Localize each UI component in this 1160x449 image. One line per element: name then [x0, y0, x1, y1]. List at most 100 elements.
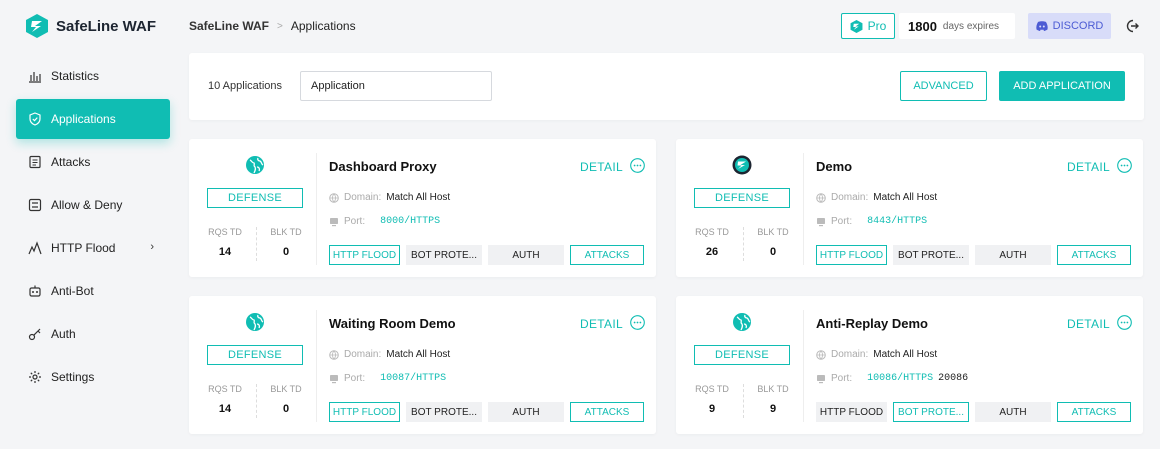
sidebar-item-attacks[interactable]: Attacks — [16, 142, 170, 182]
more-options-icon[interactable] — [1117, 158, 1132, 173]
robot-icon — [29, 285, 41, 297]
discord-button[interactable]: DISCORD — [1028, 13, 1111, 39]
detail-link[interactable]: DETAIL — [580, 160, 623, 174]
sidebar-item-label: HTTP Flood — [51, 241, 116, 255]
tag-auth[interactable]: AUTH — [975, 402, 1051, 422]
port-key: Port: — [344, 373, 366, 384]
rqs-label: RQS TD — [695, 227, 729, 237]
blk-today: BLK TD 0 — [261, 227, 311, 258]
license-days: 1800 days expires — [899, 13, 1015, 39]
brand[interactable]: SafeLine WAF — [26, 14, 156, 38]
defense-mode-badge[interactable]: DEFENSE — [694, 345, 790, 365]
application-card[interactable]: DEFENSE RQS TD 9 BLK TD 9 Anti-Replay De… — [676, 296, 1143, 434]
sidebar-item-applications[interactable]: Applications — [16, 99, 170, 139]
port-row: Port: 8000/HTTPS — [329, 216, 445, 227]
application-card[interactable]: DEFENSE RQS TD 14 BLK TD 0 Waiting Room … — [189, 296, 656, 434]
allow-deny-icon — [28, 198, 42, 212]
blk-label: BLK TD — [270, 384, 302, 394]
blk-today: BLK TD 0 — [261, 384, 311, 415]
blk-label: BLK TD — [270, 227, 302, 237]
defense-mode-badge[interactable]: DEFENSE — [694, 188, 790, 208]
sidebar-item-label: Attacks — [51, 155, 91, 169]
rqs-value: 9 — [708, 403, 716, 415]
list-icon — [29, 155, 41, 169]
detail-link[interactable]: DETAIL — [580, 317, 623, 331]
port-value: 10087/HTTPS — [380, 373, 447, 384]
domain-key: Domain: — [344, 192, 382, 203]
detail-link[interactable]: DETAIL — [1067, 317, 1110, 331]
port-value: 10086/HTTPS — [867, 373, 934, 384]
advanced-button[interactable]: ADVANCED — [900, 71, 987, 101]
tag-auth[interactable]: AUTH — [975, 245, 1051, 265]
tag-attacks[interactable]: ATTACKS — [570, 402, 644, 422]
sidebar-item-settings[interactable]: Settings — [16, 357, 170, 397]
tag-bot-protection[interactable]: BOT PROTE... — [406, 402, 482, 422]
domain-row: Domain: Match All Host — [816, 349, 937, 360]
blk-value: 0 — [282, 403, 290, 415]
add-application-button[interactable]: ADD APPLICATION — [999, 71, 1125, 101]
logout-icon[interactable] — [1124, 18, 1140, 34]
pro-badge[interactable]: Pro — [841, 13, 895, 39]
discord-icon — [1035, 21, 1048, 31]
rqs-today: RQS TD 26 — [687, 227, 737, 258]
module-tags: HTTP FLOOD BOT PROTE... AUTH ATTACKS — [329, 245, 644, 265]
tag-auth[interactable]: AUTH — [488, 245, 564, 265]
defense-mode-badge[interactable]: DEFENSE — [207, 188, 303, 208]
application-card[interactable]: DEFENSE RQS TD 26 BLK TD 0 Demo DETAIL D… — [676, 139, 1143, 277]
domain-icon — [816, 349, 826, 360]
tag-bot-protection[interactable]: BOT PROTE... — [406, 245, 482, 265]
tag-http-flood[interactable]: HTTP FLOOD — [816, 402, 887, 422]
port-icon — [817, 374, 825, 383]
card-divider — [803, 153, 804, 265]
domain-row: Domain: Match All Host — [329, 349, 450, 360]
sidebar-item-anti-bot[interactable]: Anti-Bot — [16, 271, 170, 311]
tag-auth[interactable]: AUTH — [488, 402, 564, 422]
stat-divider — [743, 227, 744, 261]
chevron-right-icon: › — [150, 241, 154, 253]
detail-link[interactable]: DETAIL — [1067, 160, 1110, 174]
tag-bot-protection[interactable]: BOT PROTE... — [893, 245, 969, 265]
tag-http-flood[interactable]: HTTP FLOOD — [816, 245, 887, 265]
sidebar: SafeLine WAF Statistics Applications Att… — [0, 0, 176, 449]
port-key: Port: — [344, 216, 366, 227]
sidebar-item-http-flood[interactable]: HTTP Flood › — [16, 228, 170, 268]
sidebar-nav: Statistics Applications Attacks Allow & … — [16, 56, 170, 400]
tag-http-flood[interactable]: HTTP FLOOD — [329, 245, 400, 265]
sidebar-item-statistics[interactable]: Statistics — [16, 56, 170, 96]
defense-mode-badge[interactable]: DEFENSE — [207, 345, 303, 365]
sidebar-item-label: Anti-Bot — [51, 284, 94, 298]
blk-value: 0 — [282, 246, 290, 258]
stat-divider — [256, 227, 257, 261]
tag-http-flood[interactable]: HTTP FLOOD — [329, 402, 400, 422]
app-name: Waiting Room Demo — [329, 316, 456, 331]
port-key: Port: — [831, 373, 853, 384]
tag-attacks[interactable]: ATTACKS — [570, 245, 644, 265]
shield-icon — [29, 112, 41, 126]
port-row: Port: 8443/HTTPS — [816, 216, 932, 227]
sidebar-item-auth[interactable]: Auth — [16, 314, 170, 354]
stat-divider — [256, 384, 257, 418]
port-icon — [330, 217, 338, 226]
more-options-icon[interactable] — [630, 158, 645, 173]
app-name: Anti-Replay Demo — [816, 316, 928, 331]
breadcrumb-root[interactable]: SafeLine WAF — [189, 19, 269, 33]
breadcrumb-current: Applications — [290, 19, 356, 33]
sidebar-item-label: Statistics — [51, 69, 100, 83]
rqs-today: RQS TD 14 — [200, 227, 250, 258]
card-divider — [316, 310, 317, 422]
safeline-logo-icon — [850, 19, 863, 33]
sidebar-item-allow-deny[interactable]: Allow & Deny — [16, 185, 170, 225]
port-row: Port: 10086/HTTPS 20086 — [816, 373, 968, 384]
blk-today: BLK TD 9 — [748, 384, 798, 415]
sidebar-item-label: Applications — [51, 112, 116, 126]
more-options-icon[interactable] — [630, 315, 645, 330]
tag-bot-protection[interactable]: BOT PROTE... — [893, 402, 969, 422]
tag-attacks[interactable]: ATTACKS — [1057, 245, 1131, 265]
search-input[interactable] — [300, 71, 492, 101]
more-options-icon[interactable] — [1117, 315, 1132, 330]
domain-value: Match All Host — [386, 192, 451, 203]
tag-attacks[interactable]: ATTACKS — [1057, 402, 1131, 422]
application-card[interactable]: DEFENSE RQS TD 14 BLK TD 0 Dashboard Pro… — [189, 139, 656, 277]
breadcrumb: SafeLine WAF > Applications — [189, 19, 356, 33]
discord-label: DISCORD — [1052, 20, 1104, 32]
